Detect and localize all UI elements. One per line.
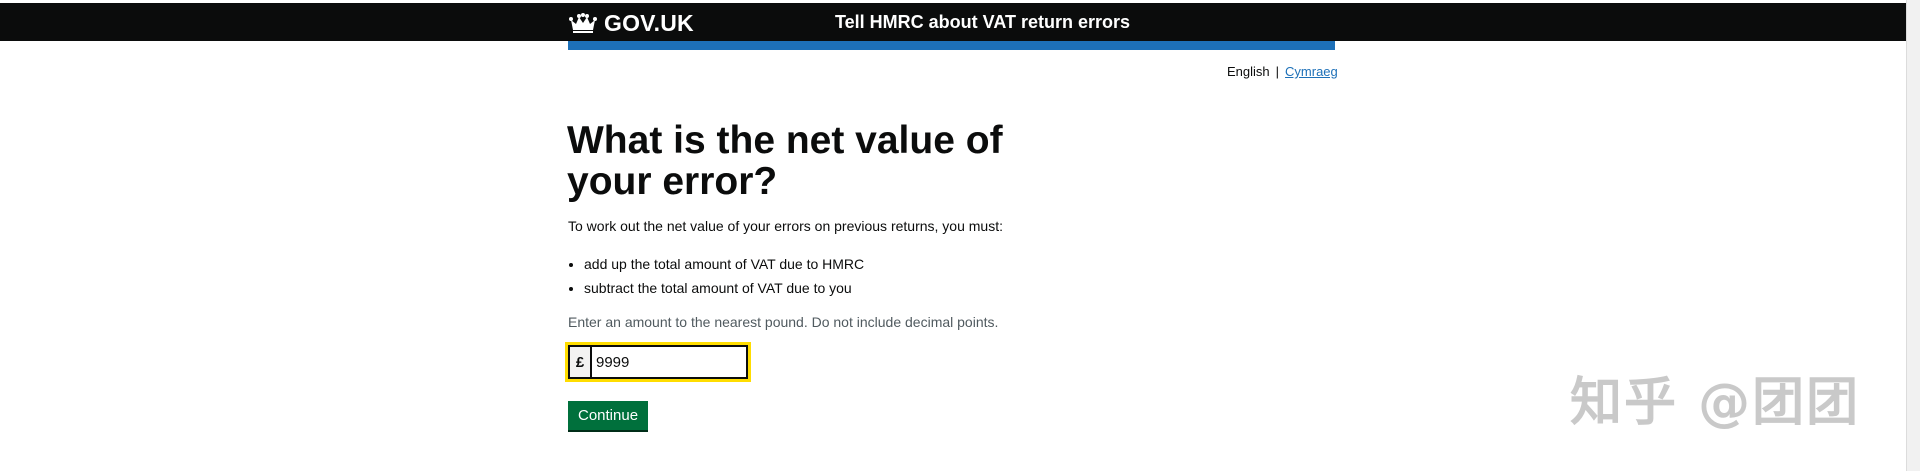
watermark: 知乎 @团团 [1570, 373, 1861, 433]
language-switcher: English | Cymraeg [1227, 64, 1338, 79]
amount-field: £ [565, 342, 751, 382]
intro-text: To work out the net value of your errors… [568, 218, 1003, 234]
list-item: add up the total amount of VAT due to HM… [584, 252, 864, 276]
language-cymraeg-link[interactable]: Cymraeg [1285, 64, 1338, 79]
currency-prefix: £ [570, 347, 592, 377]
service-name[interactable]: Tell HMRC about VAT return errors [835, 12, 1130, 33]
govuk-logo-link[interactable]: GOV.UK [568, 10, 694, 36]
page-title: What is the net value of your error? [567, 119, 1003, 203]
govuk-header: GOV.UK Tell HMRC about VAT return errors [0, 3, 1906, 41]
instructions-list: add up the total amount of VAT due to HM… [568, 252, 864, 300]
list-item: subtract the total amount of VAT due to … [584, 276, 864, 300]
crown-icon [569, 13, 597, 33]
language-separator: | [1275, 64, 1280, 79]
language-current: English [1227, 64, 1270, 79]
continue-button[interactable]: Continue [568, 401, 649, 430]
amount-hint: Enter an amount to the nearest pound. Do… [568, 314, 999, 330]
amount-input[interactable] [592, 347, 746, 377]
logo-text: GOV.UK [604, 9, 694, 36]
header-blue-bar [568, 41, 1335, 50]
scrollbar[interactable] [1906, 0, 1920, 471]
